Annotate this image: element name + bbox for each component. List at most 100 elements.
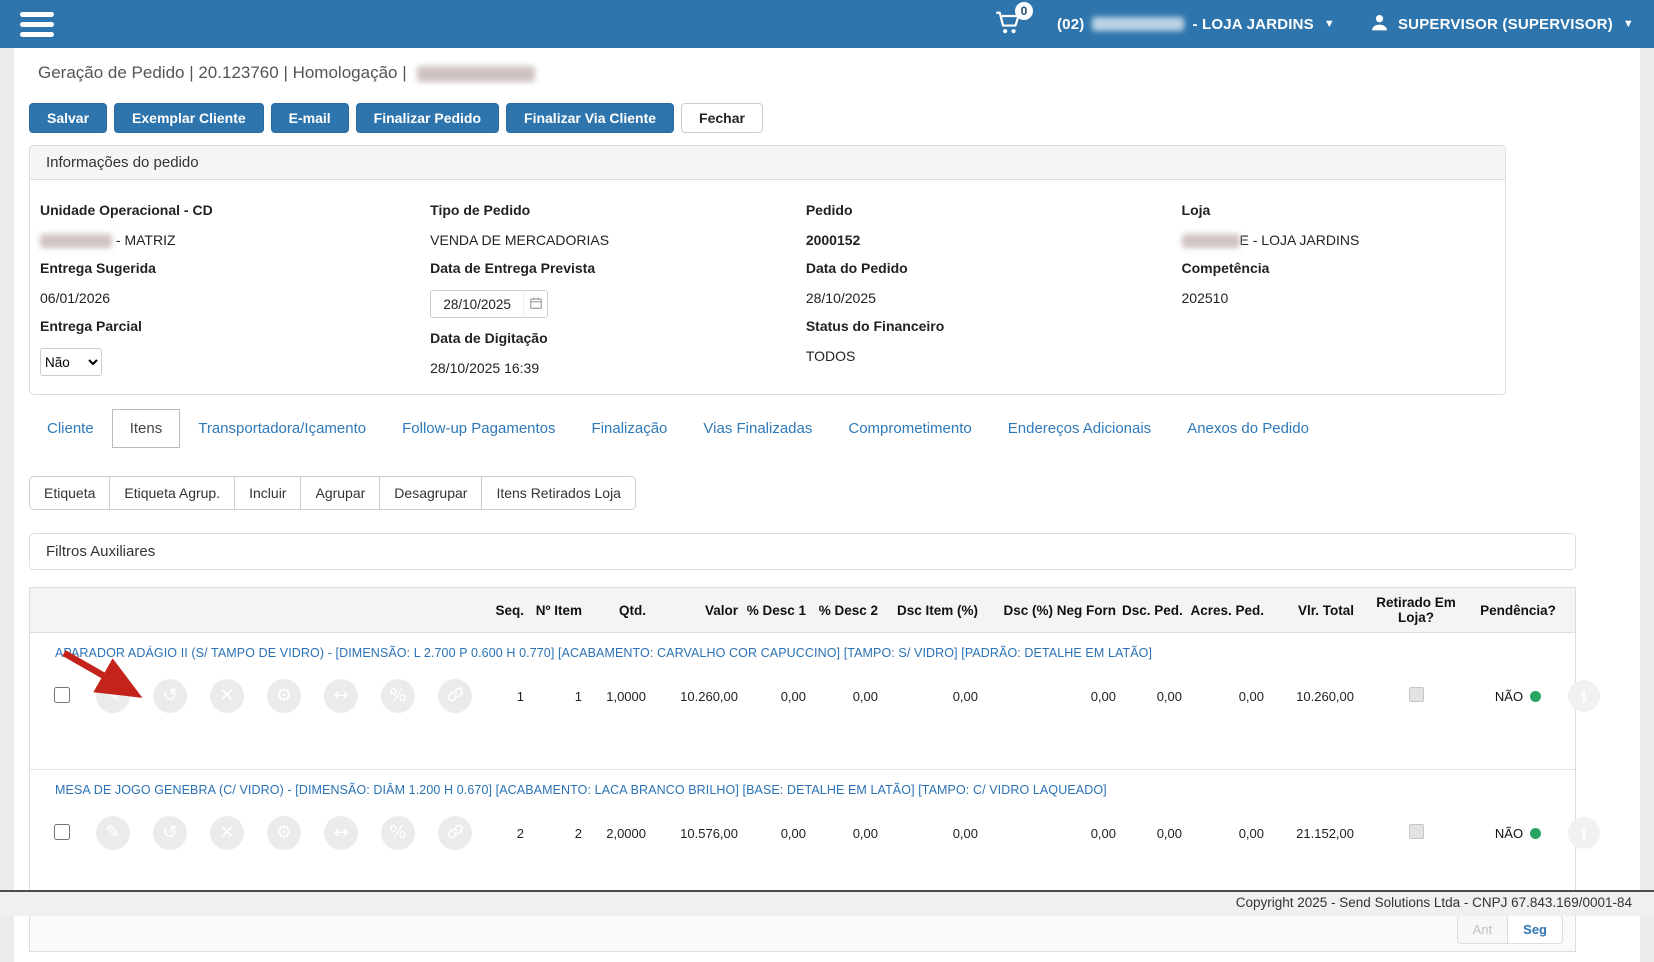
menu-icon[interactable] [20,12,54,37]
pendencia-status: NÃO [1472,826,1564,841]
finalize-order-button[interactable]: Finalizar Pedido [356,103,499,133]
field-label: Unidade Operacional - CD [40,202,430,218]
item-action-group: Etiqueta Etiqueta Agrup. Incluir Agrupar… [29,476,636,510]
calendar-button[interactable] [523,290,547,318]
tab-itens[interactable]: Itens [112,409,181,448]
loja-value: E - LOJA JARDINS [1182,232,1485,248]
redacted-store-code [1182,234,1240,248]
entrega-prevista-input[interactable] [431,297,523,312]
close-button[interactable]: Fechar [681,103,763,133]
cell-acres-ped: 0,00 [1188,689,1270,704]
filtros-auxiliares-panel: Filtros Auxiliares [29,533,1576,570]
row-select-checkbox[interactable] [54,687,70,703]
pagination-next-button[interactable]: Seg [1507,915,1563,944]
status-dot-green [1530,828,1541,839]
page-title: Geração de Pedido | 20.123760 | Homologa… [38,63,407,82]
table-row: MESA DE JOGO GENEBRA (C/ VIDRO) - [DIMEN… [30,770,1575,907]
field-label: Data do Pedido [806,260,1182,276]
history-icon: ↺ [162,824,177,842]
save-button[interactable]: Salvar [29,103,107,133]
left-right-arrow-icon: ↔ [333,824,348,842]
cell-desc2: 0,00 [812,689,884,704]
order-tabs: Cliente Itens Transportadora/Içamento Fo… [29,409,1640,448]
etiqueta-agrup-button[interactable]: Etiqueta Agrup. [109,477,234,509]
item-description-link[interactable]: MESA DE JOGO GENEBRA (C/ VIDRO) - [DIMEN… [30,783,1575,797]
row-select-checkbox[interactable] [54,824,70,840]
discount-button[interactable]: % [381,816,415,850]
info-icon: i [1581,687,1587,706]
tab-cliente[interactable]: Cliente [29,409,112,448]
calendar-icon [529,296,543,313]
email-button[interactable]: E-mail [271,103,349,133]
store-prefix: (02) [1057,16,1084,33]
col-seq: Seq. [488,603,530,618]
order-info-panel: Informações do pedido Unidade Operaciona… [29,145,1506,395]
info-button[interactable]: i [1568,817,1600,849]
settings-button[interactable]: ⚙ [267,679,301,713]
entrega-parcial-select[interactable]: Não [40,348,102,376]
tab-comprometimento[interactable]: Comprometimento [830,409,989,448]
transfer-button[interactable]: ↔ [324,679,358,713]
pagination-prev-button[interactable]: Ant [1457,915,1509,944]
tab-enderecos-adicionais[interactable]: Endereços Adicionais [990,409,1169,448]
retirado-checkbox [1409,687,1424,702]
link-button[interactable] [438,679,472,713]
store-selector[interactable]: (02) - LOJA JARDINS ▼ [1057,16,1335,33]
cell-n-item: 2 [530,826,588,841]
agrupar-button[interactable]: Agrupar [300,477,379,509]
etiqueta-button[interactable]: Etiqueta [30,477,109,509]
transfer-button[interactable]: ↔ [324,816,358,850]
user-icon [1369,12,1390,37]
finalize-via-client-button[interactable]: Finalizar Via Cliente [506,103,674,133]
tab-anexos-do-pedido[interactable]: Anexos do Pedido [1169,409,1327,448]
user-menu[interactable]: SUPERVISOR (SUPERVISOR) ▼ [1369,12,1634,37]
tab-transportadora[interactable]: Transportadora/Içamento [180,409,384,448]
cell-dsc-ped: 0,00 [1122,826,1188,841]
gear-icon: ⚙ [276,824,292,842]
retirado-checkbox [1409,824,1424,839]
field-label: Tipo de Pedido [430,202,806,218]
col-vlr-total: Vlr. Total [1270,603,1360,618]
incluir-button[interactable]: Incluir [234,477,300,509]
item-description-link[interactable]: APARADOR ADÁGIO II (S/ TAMPO DE VIDRO) -… [30,646,1575,660]
customer-copy-button[interactable]: Exemplar Cliente [114,103,264,133]
history-button[interactable]: ↺ [153,816,187,850]
chevron-down-icon: ▼ [1324,18,1335,30]
delete-button[interactable]: ✕ [210,679,244,713]
field-label: Pedido [806,202,1182,218]
edit-button[interactable]: ✎ [96,679,130,713]
unidade-operacional-value: - MATRIZ [40,232,430,248]
edit-button[interactable]: ✎ [96,816,130,850]
filtros-auxiliares-toggle[interactable]: Filtros Auxiliares [30,534,1575,569]
desagrupar-button[interactable]: Desagrupar [379,477,481,509]
breadcrumb: Geração de Pedido | 20.123760 | Homologa… [14,48,1640,97]
col-dsc-ped: Dsc. Ped. [1122,603,1188,618]
percent-icon: % [389,687,406,705]
history-button[interactable]: ↺ [153,679,187,713]
col-qtd: Qtd. [588,603,652,618]
link-button[interactable] [438,816,472,850]
tab-finalizacao[interactable]: Finalização [574,409,686,448]
cart-button[interactable]: 0 [995,10,1023,39]
info-button[interactable]: i [1568,680,1600,712]
info-column-1: Unidade Operacional - CD - MATRIZ Entreg… [40,190,430,376]
col-acres-ped: Acres. Ped. [1188,603,1270,618]
status-financeiro-value: TODOS [806,348,1182,364]
cell-vlr-total: 21.152,00 [1270,826,1360,841]
tab-vias-finalizadas[interactable]: Vias Finalizadas [685,409,830,448]
field-label: Status do Financeiro [806,318,1182,334]
tab-followup-pagamentos[interactable]: Follow-up Pagamentos [384,409,573,448]
pencil-icon: ✎ [105,824,120,842]
discount-button[interactable]: % [381,679,415,713]
pendencia-status: NÃO [1472,689,1564,704]
delete-button[interactable]: ✕ [210,816,244,850]
itens-retirados-loja-button[interactable]: Itens Retirados Loja [481,477,635,509]
cell-qtd: 1,0000 [588,689,652,704]
order-action-buttons: Salvar Exemplar Cliente E-mail Finalizar… [14,97,1640,141]
table-row: APARADOR ADÁGIO II (S/ TAMPO DE VIDRO) -… [30,633,1575,770]
settings-button[interactable]: ⚙ [267,816,301,850]
order-info-title: Informações do pedido [30,146,1505,180]
cell-valor: 10.576,00 [652,826,744,841]
cell-dsc-ped: 0,00 [1122,689,1188,704]
field-label: Entrega Sugerida [40,260,430,276]
